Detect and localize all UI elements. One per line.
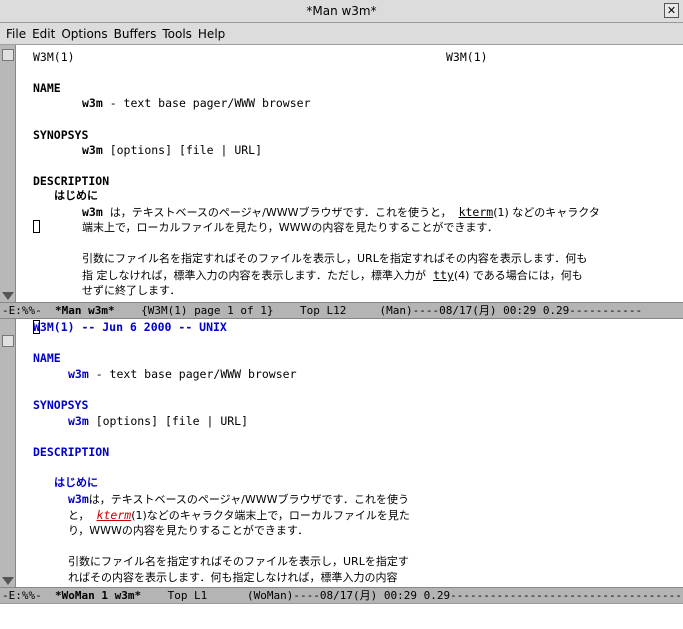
name-desc: - text base pager/WWW browser xyxy=(88,367,297,381)
p2-line2: ればその内容を表示します．何も指定しなければ，標準入力の内容 xyxy=(68,571,398,584)
menu-help[interactable]: Help xyxy=(192,23,225,41)
synopsis-cmd: w3m xyxy=(82,143,103,157)
woman-header: W3M(1) -- Jun 6 2000 -- UNIX xyxy=(33,320,227,334)
synopsis-heading: SYNOPSYS xyxy=(33,398,89,412)
menu-options[interactable]: Options xyxy=(55,23,107,41)
synopsis-line: w3m [options] [file | URL] xyxy=(82,142,262,158)
p1-cmd: w3m xyxy=(68,492,89,506)
p1-line2: と， kterm(1)などのキャラクタ端末上で，ローカルファイルを見た xyxy=(68,507,410,524)
menu-edit[interactable]: Edit xyxy=(26,23,55,41)
synopsis-args: [options] [file | URL] xyxy=(102,143,263,157)
woman-buffer-pane[interactable]: W3M(1) -- Jun 6 2000 -- UNIX NAME w3m - … xyxy=(0,319,683,587)
p1-b: (1) などのキャラクタ xyxy=(493,206,600,219)
synopsis-cmd: w3m xyxy=(68,414,89,428)
p1-line3: り，WWWの内容を見たりすることができます． xyxy=(68,524,309,537)
p1-line2b: (1)などのキャラクタ端末上で，ローカルファイルを見た xyxy=(131,509,410,522)
window-title: *Man w3m* xyxy=(306,4,377,18)
p1-cmd: w3m xyxy=(82,205,103,219)
mode-rest: {W3M(1) page 1 of 1} Top L12 (Man)----08… xyxy=(114,304,643,317)
name-desc: - text base pager/WWW browser xyxy=(102,96,311,110)
title-bar: *Man w3m* ✕ xyxy=(0,0,683,23)
p2-line2: 指 定しなければ，標準入力の内容を表示します．ただし，標準入力が tty(4) … xyxy=(82,267,583,284)
p2-line1: 引数にファイル名を指定すればそのファイルを表示し，URLを指定すればその内容を表… xyxy=(82,252,588,265)
intro-heading: はじめに xyxy=(54,189,98,202)
kterm-link[interactable]: kterm xyxy=(459,205,494,219)
menu-buffers[interactable]: Buffers xyxy=(108,23,157,41)
name-cmd: w3m xyxy=(82,96,103,110)
top-mode-line: -E:%%- *Man w3m* {W3M(1) page 1 of 1} To… xyxy=(0,302,683,319)
name-cmd: w3m xyxy=(68,367,89,381)
scrollbar-thumb[interactable] xyxy=(2,335,14,347)
menu-bar: File Edit Options Buffers Tools Help xyxy=(0,23,683,45)
header-left: W3M(1) xyxy=(33,50,75,64)
name-heading: NAME xyxy=(33,351,61,365)
header-right: W3M(1) xyxy=(446,50,488,64)
mode-rest: Top L1 (WoMan)----08/17(月) 00:29 0.29---… xyxy=(141,589,683,602)
bottom-mode-line: -E:%%- *WoMan 1 w3m* Top L1 (WoMan)----0… xyxy=(0,587,683,604)
scrollbar-thumb[interactable] xyxy=(2,49,14,61)
p1-line1: w3mは，テキストベースのページャ/WWWブラウザです．これを使う xyxy=(68,491,409,508)
p2-line2a: 指 定しなければ，標準入力の内容を表示します．ただし，標準入力が xyxy=(82,269,434,282)
description-heading: DESCRIPTION xyxy=(33,445,110,459)
name-heading: NAME xyxy=(33,81,61,95)
menu-file[interactable]: File xyxy=(0,23,26,41)
top-scrollbar[interactable] xyxy=(0,45,16,302)
synopsis-line: w3m [options] [file | URL] xyxy=(68,413,248,429)
minibuffer[interactable] xyxy=(0,603,683,629)
scroll-down-arrow-icon[interactable] xyxy=(2,577,14,585)
text-cursor xyxy=(33,320,40,334)
menu-tools[interactable]: Tools xyxy=(156,23,192,41)
intro-heading: はじめに xyxy=(54,476,98,489)
man-buffer-pane[interactable]: W3M(1) W3M(1) NAME w3m - text base pager… xyxy=(0,45,683,302)
close-icon[interactable]: ✕ xyxy=(664,3,679,18)
mode-prefix: -E:%%- xyxy=(2,304,55,317)
bottom-scrollbar[interactable] xyxy=(0,319,16,587)
name-line: w3m - text base pager/WWW browser xyxy=(68,366,297,382)
kterm-link[interactable]: kterm xyxy=(97,508,132,522)
synopsis-heading: SYNOPSYS xyxy=(33,128,89,142)
p1-line1-text: は，テキストベースのページャ/WWWブラウザです．これを使う xyxy=(88,493,410,506)
buffer-name: *WoMan 1 w3m* xyxy=(54,589,142,602)
description-heading: DESCRIPTION xyxy=(33,174,110,188)
p2-line1: 引数にファイル名を指定すればそのファイルを表示し，URLを指定す xyxy=(68,555,409,568)
tty-link[interactable]: tty xyxy=(433,268,454,282)
p1-a: は，テキストベースのページャ/WWWブラウザです．これを使うと， xyxy=(102,206,459,219)
p1-line2a: と， xyxy=(68,509,97,522)
name-line: w3m - text base pager/WWW browser xyxy=(82,95,311,111)
p1-line1: w3m は，テキストベースのページャ/WWWブラウザです．これを使うと， kte… xyxy=(82,204,600,221)
buffer-name: *Man w3m* xyxy=(54,304,115,317)
p2-line3: せずに終了します． xyxy=(82,284,181,297)
text-cursor xyxy=(33,220,40,233)
mode-prefix: -E:%%- xyxy=(2,589,55,602)
scroll-down-arrow-icon[interactable] xyxy=(2,292,14,300)
synopsis-args: [options] [file | URL] xyxy=(88,414,249,428)
p2-line2b: (4) である場合には，何も xyxy=(453,269,583,282)
p1-line2: 端末上で，ローカルファイルを見たり，WWWの内容を見たりすることができます． xyxy=(82,221,498,234)
